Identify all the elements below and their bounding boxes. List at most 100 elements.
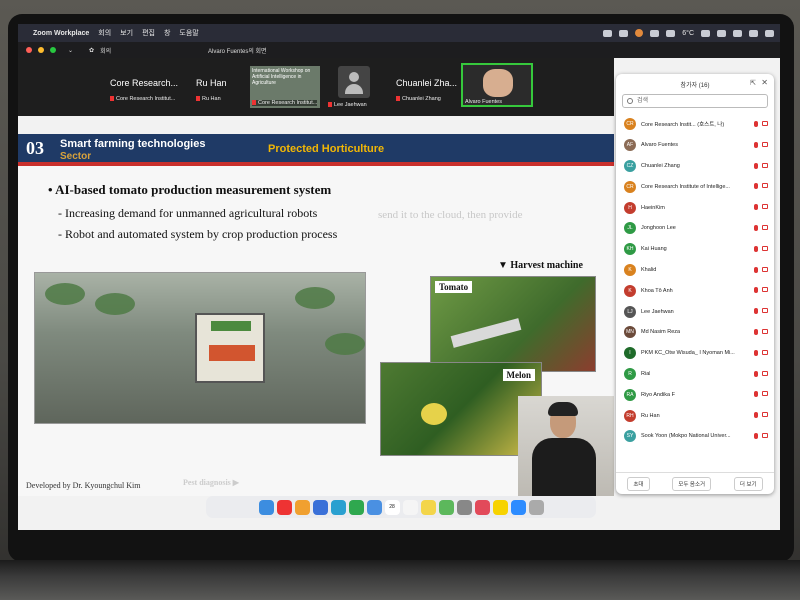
participant-row[interactable]: MN Md Nasim Reza <box>616 322 774 343</box>
camera-off-icon[interactable] <box>762 370 768 376</box>
trash-icon[interactable] <box>528 499 544 515</box>
minimize-window-button[interactable] <box>38 47 44 53</box>
video-tile-core-research[interactable]: Core Research... Core Research Institut.… <box>110 66 200 108</box>
participant-row[interactable]: K Khoa Tô Anh <box>616 280 774 301</box>
menu-help[interactable]: 도움말 <box>179 28 198 38</box>
maps-icon[interactable] <box>438 499 454 515</box>
mic-muted-icon[interactable] <box>754 245 758 252</box>
camera-off-icon[interactable] <box>762 266 768 272</box>
participant-row[interactable]: I PKM KC_Otw Wisuda_ I Nyoman Mi... <box>616 343 774 364</box>
photo-background: Zoom Workplace 회의 보기 편집 창 도움말 6°C ⌄ ✿ 회의… <box>0 0 800 600</box>
participant-row[interactable]: LJ Lee Jaehwan <box>616 301 774 322</box>
kakao-icon[interactable] <box>492 499 508 515</box>
participant-row[interactable]: RH Ru Han <box>616 405 774 426</box>
mic-muted-icon[interactable] <box>754 432 758 439</box>
edge-icon[interactable] <box>330 499 346 515</box>
camera-off-icon[interactable] <box>762 204 768 210</box>
participant-row[interactable]: CZ Chuanlei Zhang <box>616 156 774 177</box>
camera-off-icon[interactable] <box>762 121 768 126</box>
finder-icon[interactable] <box>258 499 274 515</box>
mic-muted-icon[interactable] <box>754 162 758 169</box>
camera-off-icon[interactable] <box>762 183 768 189</box>
popout-icon[interactable]: ⇱ <box>750 79 756 87</box>
close-icon[interactable]: ✕ <box>761 78 768 87</box>
menu-window[interactable]: 창 <box>164 28 170 38</box>
mute-all-button[interactable]: 모두 음소거 <box>672 476 712 491</box>
mic-muted-icon[interactable] <box>754 349 758 356</box>
mic-muted-icon[interactable] <box>754 204 758 211</box>
search-icon[interactable] <box>733 29 742 37</box>
participant-search-input[interactable]: 검색 <box>622 94 768 108</box>
participant-name: Md Nasim Reza <box>641 329 681 336</box>
reminders-icon[interactable] <box>402 499 418 515</box>
notes-icon[interactable] <box>420 499 436 515</box>
cc-icon[interactable] <box>650 29 660 37</box>
mic-muted-icon[interactable] <box>754 121 758 127</box>
mic-muted-icon[interactable] <box>754 370 758 377</box>
mic-muted-icon[interactable] <box>754 266 758 273</box>
mic-muted-icon[interactable] <box>754 412 758 419</box>
settings-icon[interactable] <box>456 499 472 515</box>
video-tile-workshop[interactable]: International Workshop on Artificial Int… <box>250 66 320 108</box>
participant-row[interactable]: SY Sook Yoon (Mokpo National Univer... <box>616 426 774 447</box>
participant-row[interactable]: JL Jonghoon Lee <box>616 218 774 239</box>
chrome-icon[interactable] <box>348 499 364 515</box>
people-icon[interactable] <box>619 29 629 37</box>
camera-off-icon[interactable] <box>762 412 768 418</box>
mic-orange-icon[interactable] <box>635 29 644 37</box>
mic-muted-icon[interactable] <box>754 287 758 294</box>
music-icon[interactable] <box>474 499 490 515</box>
video-tile-lee-jaehwan[interactable]: Lee Jaehwan <box>328 66 388 108</box>
participant-row[interactable]: R Rial <box>616 364 774 385</box>
mic-muted-icon[interactable] <box>754 328 758 335</box>
control-center-icon[interactable] <box>749 29 758 37</box>
weather-temperature[interactable]: 6°C <box>682 30 694 37</box>
video-tile-chuanlei-zhang[interactable]: Chuanlei Zha... Chuanlei Zhang <box>396 66 466 108</box>
camera-off-icon[interactable] <box>762 432 768 438</box>
menu-edit[interactable]: 편집 <box>142 28 155 38</box>
participant-row[interactable]: RA Riyo Andika F <box>616 384 774 405</box>
mic-muted-icon[interactable] <box>754 224 758 231</box>
video-tile-alvaro-fuentes[interactable]: Alvaro Fuentes <box>461 63 533 107</box>
calendar-icon[interactable]: 28 <box>384 499 400 515</box>
participant-row[interactable]: H HaeinKim <box>616 197 774 218</box>
participant-row[interactable]: AF Alvaro Fuentes <box>616 135 774 156</box>
mail-icon[interactable] <box>366 499 382 515</box>
camera-off-icon[interactable] <box>762 141 768 147</box>
photos-icon[interactable] <box>294 499 310 515</box>
participant-row[interactable]: CR Core Research Instit... (호스트, 나) <box>616 114 774 135</box>
mic-muted-icon[interactable] <box>754 391 758 398</box>
menu-view[interactable]: 보기 <box>120 28 133 38</box>
camera-off-icon[interactable] <box>762 162 768 168</box>
self-view-video[interactable] <box>518 396 614 496</box>
camera-off-icon[interactable] <box>762 308 768 314</box>
bluetooth-icon[interactable] <box>701 29 710 37</box>
zoom-icon[interactable] <box>510 499 526 515</box>
youtube-icon[interactable] <box>276 499 292 515</box>
invite-button[interactable]: 초대 <box>627 476 650 491</box>
mic-muted-icon[interactable] <box>754 183 758 190</box>
zoom-window-button[interactable] <box>50 47 56 53</box>
mic-muted-icon[interactable] <box>754 141 758 148</box>
send-icon[interactable] <box>312 499 328 515</box>
camera-off-icon[interactable] <box>762 245 768 251</box>
menu-meeting[interactable]: 회의 <box>98 28 111 38</box>
participant-row[interactable]: K Khalid <box>616 260 774 281</box>
siri-icon[interactable] <box>765 29 774 37</box>
camera-off-icon[interactable] <box>762 287 768 293</box>
camera-off-icon[interactable] <box>762 328 768 334</box>
more-button[interactable]: 더 보기 <box>733 476 763 491</box>
close-window-button[interactable] <box>26 47 32 53</box>
video-tile-ru-han[interactable]: Ru Han Ru Han <box>196 66 246 108</box>
cloud-icon[interactable] <box>603 29 613 37</box>
camera-off-icon[interactable] <box>762 349 768 355</box>
participant-row[interactable]: KH Kai Huang <box>616 239 774 260</box>
camera-off-icon[interactable] <box>762 391 768 397</box>
mic-muted-icon[interactable] <box>754 308 758 315</box>
app-name-menu[interactable]: Zoom Workplace <box>33 30 89 37</box>
chevron-down-icon[interactable]: ⌄ <box>68 47 73 54</box>
wifi-icon[interactable] <box>717 29 726 37</box>
participant-row[interactable]: CR Core Research Institute of Intellige..… <box>616 176 774 197</box>
dropbox-icon[interactable] <box>666 29 676 37</box>
camera-off-icon[interactable] <box>762 224 768 230</box>
